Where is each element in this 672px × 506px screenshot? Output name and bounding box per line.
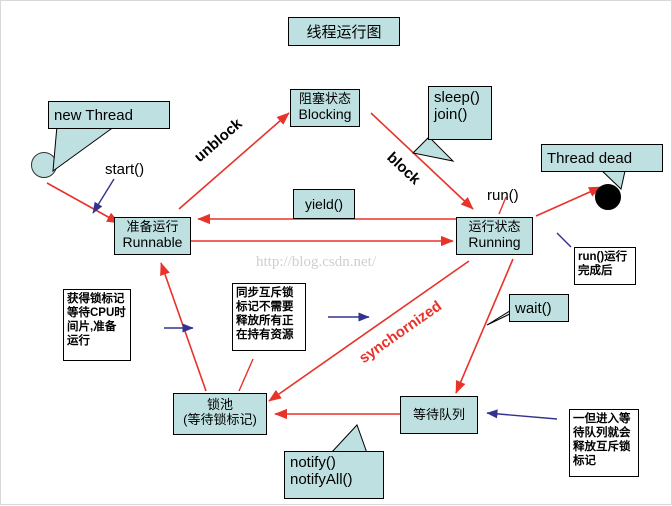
note-runnable-line3: 间片,准备 (67, 321, 117, 334)
note-sync-line1: 同步互斥锁 (236, 287, 294, 299)
state-node-runnable[interactable]: 准备运行 Runnable (114, 217, 191, 255)
edge-label-synchornized: synchornized (356, 297, 445, 367)
note-runnable: 获得锁标记 等待CPU时 间片,准备 运行 (63, 289, 131, 361)
edge-label-start: start() (105, 161, 145, 178)
diagram-canvas: 线程运行图 new Thread Thread dead sleep() joi… (0, 0, 672, 505)
callout-new-thread: new Thread (48, 101, 170, 129)
state-runnable-cn: 准备运行 (126, 219, 179, 234)
state-node-lock-pool[interactable]: 锁池 (等待锁标记) (173, 393, 267, 435)
state-running-cn: 运行状态 (468, 219, 521, 234)
callout-sleep-label: sleep() (434, 89, 480, 106)
state-blocking-cn: 阻塞状态 (298, 91, 351, 106)
note-sync: 同步互斥锁 标记不需要 释放所有正 在持有资源 (232, 283, 306, 351)
state-node-blocking[interactable]: 阻塞状态 Blocking (290, 89, 360, 127)
callout-notifyall-label: notifyAll() (290, 471, 353, 489)
note-sync-line2: 标记不需要 (236, 301, 294, 314)
state-lock-pool-cn: 锁池 (206, 397, 233, 412)
edge-label-block: block (383, 149, 424, 189)
callout-new-thread-line1: new Thread (54, 107, 133, 124)
state-wait-queue-cn: 等待队列 (412, 407, 465, 422)
note-run-done-line1: run()运行 (578, 251, 628, 263)
state-node-yield[interactable]: yield() (293, 189, 355, 219)
note-runnable-line4: 运行 (67, 335, 90, 348)
note-runnable-line1: 获得锁标记 (67, 293, 125, 305)
diagram-title: 线程运行图 (288, 17, 400, 46)
note-wait-queue-line1: 一但进入等 (573, 413, 631, 425)
note-run-done: run()运行 完成后 (574, 247, 636, 285)
state-lock-pool-sub: (等待锁标记) (183, 411, 257, 427)
callout-notify: notify() notifyAll() (284, 451, 384, 499)
state-blocking-en: Blocking (298, 105, 352, 122)
end-state-circle (595, 184, 621, 210)
note-run-done-line2: 完成后 (578, 265, 613, 278)
state-node-wait-queue[interactable]: 等待队列 (400, 396, 478, 434)
note-runnable-line2: 等待CPU时 (67, 307, 126, 320)
edge-label-unblock: unblock (191, 115, 246, 166)
note-wait-queue-line4: 标记 (573, 455, 596, 468)
note-wait-queue-line3: 释放互斥锁 (573, 441, 631, 454)
start-state-circle (31, 152, 57, 178)
state-node-running[interactable]: 运行状态 Running (456, 217, 533, 255)
state-runnable-en: Runnable (122, 233, 183, 250)
callout-notify-label: notify() (290, 454, 336, 471)
callout-thread-dead: Thread dead (541, 144, 663, 172)
edge-label-run: run() (487, 187, 519, 204)
callout-join-label: join() (434, 106, 468, 124)
watermark-text: http://blog.csdn.net/ (256, 254, 376, 270)
callout-wait: wait() (509, 294, 569, 322)
note-wait-queue-line2: 待队列就会 (573, 427, 631, 440)
note-wait-queue: 一但进入等 待队列就会 释放互斥锁 标记 (569, 409, 639, 477)
note-sync-line4: 在持有资源 (236, 329, 294, 342)
callout-sleep-join: sleep() join() (428, 86, 492, 140)
note-sync-line3: 释放所有正 (236, 315, 294, 328)
yield-label: yield() (304, 196, 344, 212)
state-running-en: Running (468, 233, 521, 250)
callout-wait-label: wait() (515, 300, 552, 317)
callout-thread-dead-line1: Thread dead (547, 150, 633, 167)
